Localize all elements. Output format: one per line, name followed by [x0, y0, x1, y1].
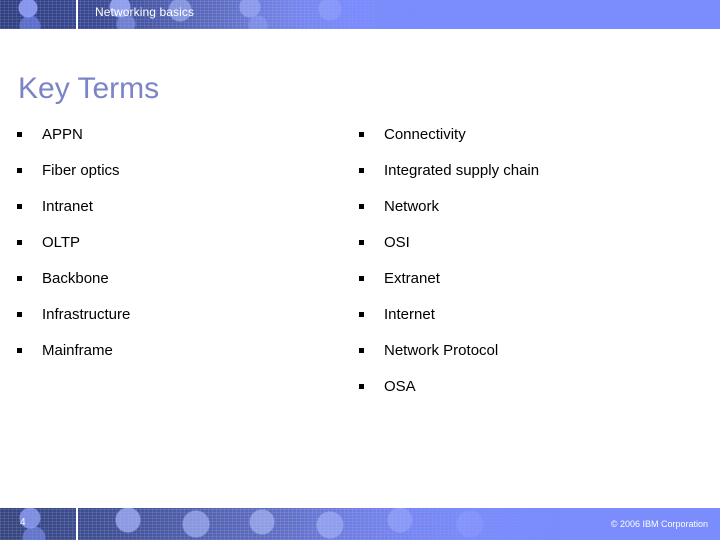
list-item-label: Connectivity — [384, 126, 466, 143]
copyright-notice: © 2006 IBM Corporation — [610, 519, 708, 529]
square-bullet-icon — [359, 276, 364, 281]
list-item-label: Mainframe — [42, 342, 113, 359]
footer-texture-pattern — [0, 508, 560, 540]
list-item-label: Fiber optics — [42, 162, 120, 179]
list-item: Integrated supply chain — [358, 156, 708, 192]
key-terms-body: APPN Fiber optics Intranet OLTP Backbone… — [0, 120, 720, 490]
square-bullet-icon — [17, 276, 22, 281]
key-terms-column-left: APPN Fiber optics Intranet OLTP Backbone… — [16, 120, 346, 372]
list-item-label: Backbone — [42, 270, 109, 287]
list-item: Connectivity — [358, 120, 708, 156]
square-bullet-icon — [359, 132, 364, 137]
list-item: Backbone — [16, 264, 346, 300]
slide: Networking basics Key Terms APPN Fiber o… — [0, 0, 720, 540]
square-bullet-icon — [359, 384, 364, 389]
list-item-label: Infrastructure — [42, 306, 131, 323]
slide-number: 4 — [20, 517, 26, 528]
list-item: APPN — [16, 120, 346, 156]
list-item-label: Extranet — [384, 270, 440, 287]
square-bullet-icon — [359, 204, 364, 209]
square-bullet-icon — [359, 168, 364, 173]
square-bullet-icon — [17, 312, 22, 317]
list-item: Mainframe — [16, 336, 346, 372]
list-item: Intranet — [16, 192, 346, 228]
list-item-label: Network Protocol — [384, 342, 499, 359]
list-item-label: OSI — [384, 234, 410, 251]
list-item: Extranet — [358, 264, 708, 300]
list-item: Fiber optics — [16, 156, 346, 192]
page-title: Key Terms — [18, 72, 160, 105]
square-bullet-icon — [359, 348, 364, 353]
key-terms-column-right: Connectivity Integrated supply chain Net… — [358, 120, 708, 408]
list-item-label: Integrated supply chain — [384, 162, 540, 179]
list-item: Infrastructure — [16, 300, 346, 336]
square-bullet-icon — [17, 204, 22, 209]
square-bullet-icon — [359, 312, 364, 317]
header-texture-pattern — [0, 0, 420, 29]
list-item: OSA — [358, 372, 708, 408]
list-item: OLTP — [16, 228, 346, 264]
list-item-label: Internet — [384, 306, 435, 323]
list-item-label: APPN — [42, 126, 83, 143]
list-item-label: OLTP — [42, 234, 81, 251]
square-bullet-icon — [17, 348, 22, 353]
footer-divider — [76, 508, 78, 540]
list-item: Network — [358, 192, 708, 228]
header-title: Networking basics — [95, 5, 195, 19]
header-divider — [76, 0, 78, 29]
list-item: Internet — [358, 300, 708, 336]
list-item-label: Intranet — [42, 198, 93, 215]
footer-banner: 4 © 2006 IBM Corporation — [0, 508, 720, 540]
list-item: OSI — [358, 228, 708, 264]
square-bullet-icon — [17, 168, 22, 173]
list-item-label: OSA — [384, 378, 416, 395]
square-bullet-icon — [359, 240, 364, 245]
square-bullet-icon — [17, 240, 22, 245]
list-item-label: Network — [384, 198, 440, 215]
list-item: Network Protocol — [358, 336, 708, 372]
square-bullet-icon — [17, 132, 22, 137]
header-banner: Networking basics — [0, 0, 720, 29]
